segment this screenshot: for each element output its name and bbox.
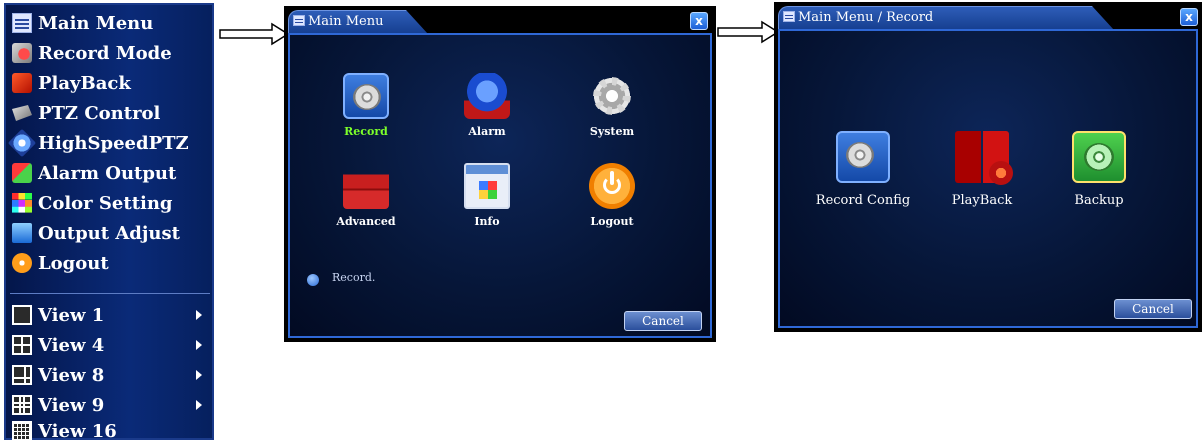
menu-item-color-setting[interactable]: Color Setting	[12, 189, 173, 217]
menu-item-label: Alarm Output	[38, 162, 177, 184]
app-advanced[interactable]: Advanced	[326, 163, 406, 228]
menu-item-view-16[interactable]: View 16	[12, 417, 117, 445]
menu-item-output-adjust[interactable]: Output Adjust	[12, 219, 180, 247]
app-label: Record Config	[815, 193, 911, 208]
app-label: PlayBack	[951, 193, 1013, 208]
view-4-icon	[12, 335, 32, 355]
view-9-icon	[12, 395, 32, 415]
menu-divider	[10, 293, 210, 294]
menu-item-playback[interactable]: PlayBack	[12, 69, 131, 97]
submenu-arrow-icon	[196, 400, 202, 410]
alarm-siren-icon	[464, 73, 510, 119]
app-record[interactable]: Record	[326, 73, 406, 138]
highspeed-ptz-icon	[7, 128, 37, 158]
main-menu-dialog: Main Menu x Record Alarm System Advanced…	[284, 6, 716, 342]
menu-item-record-mode[interactable]: Record Mode	[12, 39, 172, 67]
toolbox-icon	[343, 163, 389, 209]
view-1-icon	[12, 305, 32, 325]
menu-item-label: Logout	[38, 252, 109, 274]
close-button[interactable]: x	[690, 12, 708, 30]
flow-arrow-icon	[717, 20, 780, 44]
record-film-reel-icon	[343, 73, 389, 119]
menu-item-highspeed-ptz[interactable]: HighSpeedPTZ	[7, 128, 189, 158]
main-menu-icon	[783, 11, 795, 22]
dialog-titlebar: Main Menu / Record x	[774, 2, 1202, 30]
menu-item-label: PTZ Control	[38, 102, 161, 124]
menu-item-view-8[interactable]: View 8	[12, 361, 210, 389]
menu-item-alarm-output[interactable]: Alarm Output	[12, 159, 176, 187]
menu-item-label: Output Adjust	[38, 222, 180, 244]
menu-item-label: View 16	[38, 420, 117, 442]
submenu-arrow-icon	[196, 310, 202, 320]
app-backup[interactable]: Backup	[1044, 131, 1154, 208]
view-16-icon	[12, 421, 32, 441]
menu-item-logout[interactable]: Logout	[12, 249, 109, 277]
playback-icon	[12, 73, 32, 93]
app-info[interactable]: Info	[447, 163, 527, 228]
power-icon	[12, 253, 32, 273]
dialog-titlebar: Main Menu x	[284, 6, 716, 34]
menu-item-label: View 4	[38, 334, 105, 356]
monitor-icon	[12, 223, 32, 243]
context-menu: Main Menu Record Mode PlayBack PTZ Contr…	[4, 3, 214, 442]
app-label: Record	[344, 125, 388, 138]
view-8-icon	[12, 365, 32, 385]
dialog-body: Record Alarm System Advanced Info Logout…	[288, 33, 712, 338]
gear-icon	[589, 73, 635, 119]
app-alarm[interactable]: Alarm	[447, 73, 527, 138]
status-text: Record.	[332, 271, 376, 284]
color-grid-icon	[12, 193, 32, 213]
backup-film-reel-icon	[1072, 131, 1126, 183]
playback-icon	[955, 131, 1013, 185]
menu-item-ptz-control[interactable]: PTZ Control	[12, 99, 160, 127]
app-logout[interactable]: Logout	[572, 163, 652, 228]
app-label: System	[589, 125, 635, 138]
flow-arrow-icon	[219, 22, 290, 46]
app-record-config[interactable]: Record Config	[808, 131, 918, 208]
app-system[interactable]: System	[572, 73, 652, 138]
submenu-arrow-icon	[196, 370, 202, 380]
app-label: Logout	[590, 215, 634, 228]
dialog-body: Record Config PlayBack Backup Cancel	[778, 29, 1198, 328]
record-mode-icon	[12, 43, 32, 63]
app-label: Info	[474, 215, 500, 228]
ptz-camera-icon	[12, 105, 32, 121]
menu-item-label: Main Menu	[38, 12, 154, 34]
main-menu-icon	[293, 15, 305, 26]
alarm-output-icon	[12, 163, 32, 183]
cancel-button[interactable]: Cancel	[1114, 299, 1192, 319]
menu-item-view-4[interactable]: View 4	[12, 331, 210, 359]
menu-item-label: Record Mode	[38, 42, 172, 64]
app-label: Advanced	[336, 215, 396, 228]
app-label: Backup	[1074, 193, 1124, 208]
dialog-title: Main Menu	[308, 14, 384, 29]
menu-item-label: View 8	[38, 364, 105, 386]
menu-item-label: PlayBack	[38, 72, 131, 94]
menu-item-label: View 9	[38, 394, 105, 416]
power-icon	[589, 163, 635, 209]
dialog-title: Main Menu / Record	[798, 10, 934, 25]
info-icon	[307, 274, 319, 286]
menu-item-main-menu[interactable]: Main Menu	[12, 9, 153, 37]
menu-item-label: View 1	[38, 304, 105, 326]
close-button[interactable]: x	[1180, 8, 1198, 26]
cancel-button[interactable]: Cancel	[624, 311, 702, 331]
menu-item-view-9[interactable]: View 9	[12, 391, 210, 419]
menu-item-view-1[interactable]: View 1	[12, 301, 210, 329]
info-window-icon	[464, 163, 510, 209]
menu-item-label: HighSpeedPTZ	[38, 132, 189, 154]
main-menu-icon	[12, 13, 32, 33]
app-playback[interactable]: PlayBack	[927, 131, 1037, 208]
app-label: Alarm	[468, 125, 506, 138]
record-menu-dialog: Main Menu / Record x Record Config PlayB…	[774, 2, 1202, 332]
submenu-arrow-icon	[196, 340, 202, 350]
record-film-reel-icon	[836, 131, 890, 183]
menu-item-label: Color Setting	[38, 192, 173, 214]
